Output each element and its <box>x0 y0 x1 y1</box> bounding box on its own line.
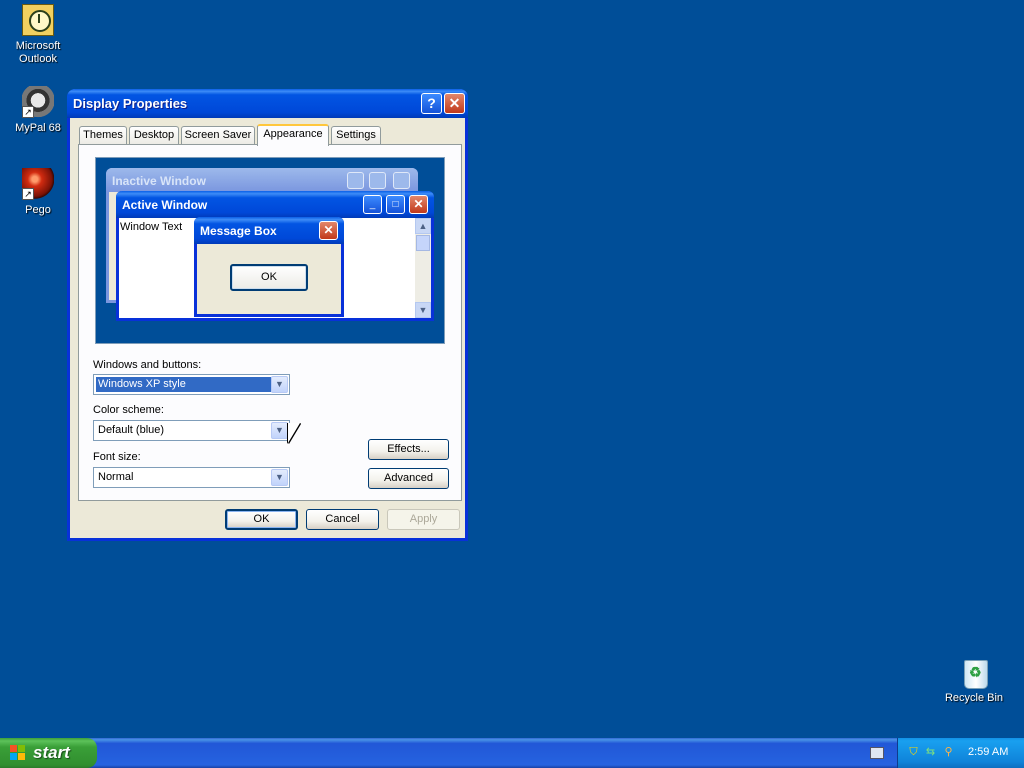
close-icon <box>393 172 410 189</box>
taskbar: start ⛉ ⇆ ⚲ 2:59 AM <box>0 738 1024 768</box>
desktop-icon-pego[interactable]: ↗ Pego <box>0 168 76 217</box>
desktop-icon-mypal[interactable]: ↗ MyPal 68 <box>0 86 76 135</box>
ok-button[interactable]: OK <box>225 509 298 530</box>
preview-active-title: Active Window <box>122 198 208 212</box>
title-bar[interactable]: Display Properties ? ✕ <box>67 89 468 118</box>
font-size-value: Normal <box>98 471 134 483</box>
cancel-button[interactable]: Cancel <box>306 509 379 530</box>
preview-inactive-title: Inactive Window <box>112 174 206 188</box>
font-size-label: Font size: <box>93 451 141 463</box>
windows-and-buttons-value: Windows XP style <box>95 376 272 393</box>
pego-icon: ↗ <box>22 168 54 200</box>
color-scheme-value: Default (blue) <box>98 424 165 436</box>
minimize-icon: _ <box>363 195 382 214</box>
preview-scrollbar: ▲ ▼ <box>415 218 431 318</box>
scroll-down-icon: ▼ <box>415 302 431 318</box>
advanced-button[interactable]: Advanced <box>368 468 449 489</box>
shortcut-arrow-icon: ↗ <box>22 188 34 200</box>
keyboard-icon[interactable] <box>870 747 884 759</box>
desktop-icon-label: MyPal 68 <box>15 122 61 134</box>
preview-window-text: Window Text <box>120 221 183 233</box>
tab-desktop[interactable]: Desktop <box>129 126 179 144</box>
font-size-select[interactable]: Normal ▼ <box>93 467 290 488</box>
shortcut-arrow-icon: ↗ <box>22 106 34 118</box>
color-scheme-label: Color scheme: <box>93 404 164 416</box>
preview-message-box: Message Box ✕ OK <box>194 217 344 317</box>
effects-button[interactable]: Effects... <box>368 439 449 460</box>
desktop-icon-outlook[interactable]: Microsoft Outlook <box>0 4 76 66</box>
display-properties-window: Display Properties ? ✕ Themes Desktop Sc… <box>67 89 468 541</box>
desktop-icon-label: Microsoft <box>15 40 61 52</box>
start-label: start <box>33 743 70 762</box>
scroll-up-icon: ▲ <box>415 218 431 234</box>
desktop-icon-label: Outlook <box>19 53 57 65</box>
network-icon[interactable]: ⇆ <box>924 746 937 759</box>
apply-button[interactable]: Apply <box>387 509 460 530</box>
maximize-icon <box>369 172 386 189</box>
desktop-icon-recycle-bin[interactable]: ♻ Recycle Bin <box>936 656 1012 705</box>
close-button[interactable]: ✕ <box>444 93 465 114</box>
help-icon: ? <box>427 95 436 111</box>
color-scheme-select[interactable]: Default (blue) ▼ <box>93 420 290 441</box>
help-button[interactable]: ? <box>421 93 442 114</box>
appearance-preview: Inactive Window Active Window _ □ ✕ Wind… <box>95 157 445 344</box>
chevron-down-icon[interactable]: ▼ <box>271 422 288 439</box>
mouse-pointer-icon <box>288 423 300 443</box>
clock[interactable]: 2:59 AM <box>968 746 1008 758</box>
close-icon: ✕ <box>319 221 338 240</box>
tab-settings[interactable]: Settings <box>331 126 381 144</box>
chevron-down-icon[interactable]: ▼ <box>271 469 288 486</box>
tab-screen-saver[interactable]: Screen Saver <box>181 126 255 144</box>
appearance-panel: Inactive Window Active Window _ □ ✕ Wind… <box>78 144 462 501</box>
preview-ok-button: OK <box>230 264 308 291</box>
recycle-bin-icon: ♻ <box>960 656 988 689</box>
system-tray: ⛉ ⇆ ⚲ 2:59 AM <box>897 738 1024 768</box>
desktop-icon-label: Recycle Bin <box>944 692 1004 704</box>
preview-message-box-title: Message Box <box>200 224 277 238</box>
mypal-icon: ↗ <box>22 86 54 118</box>
maximize-icon: □ <box>386 195 405 214</box>
scroll-thumb <box>416 235 430 251</box>
chevron-down-icon[interactable]: ▼ <box>271 376 288 393</box>
outlook-icon <box>22 4 54 36</box>
tab-appearance[interactable]: Appearance <box>257 124 329 146</box>
desktop-icon-label: Pego <box>25 204 51 216</box>
search-icon[interactable]: ⚲ <box>942 746 955 759</box>
close-icon: ✕ <box>448 95 461 111</box>
window-title: Display Properties <box>73 96 188 111</box>
start-button[interactable]: start <box>0 738 97 768</box>
windows-and-buttons-label: Windows and buttons: <box>93 359 202 371</box>
minimize-icon <box>347 172 364 189</box>
windows-logo-icon <box>10 745 26 761</box>
tab-themes[interactable]: Themes <box>79 126 127 144</box>
security-shield-icon[interactable]: ⛉ <box>907 746 920 759</box>
windows-and-buttons-select[interactable]: Windows XP style ▼ <box>93 374 290 395</box>
close-icon: ✕ <box>409 195 428 214</box>
